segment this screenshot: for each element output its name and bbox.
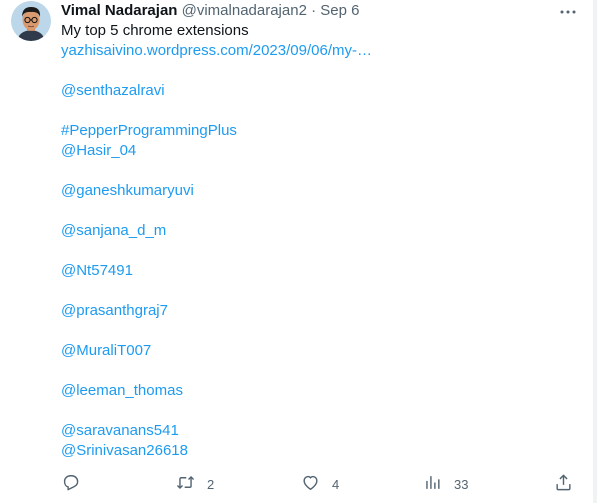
- retweet-count: 2: [207, 476, 215, 492]
- mention-link[interactable]: @Srinivasan26618: [61, 441, 567, 461]
- mention-link[interactable]: @prasanthgraj7: [61, 301, 567, 321]
- retweet-button[interactable]: 2: [176, 474, 214, 494]
- mention-link[interactable]: @senthazalravi: [61, 81, 567, 101]
- view-count: 33: [454, 476, 469, 492]
- mention-link[interactable]: @Hasir_04: [61, 141, 567, 161]
- tweet-link[interactable]: yazhisaivino.wordpress.com/2023/09/06/my…: [61, 41, 567, 61]
- like-count: 4: [332, 476, 340, 492]
- tweet-header: Vimal Nadarajan @vimalnadarajan2 · Sep 6: [61, 1, 557, 21]
- views-icon: [423, 473, 442, 495]
- mention-link[interactable]: @ganeshkumaryuvi: [61, 181, 567, 201]
- avatar-image: [11, 1, 51, 41]
- reply-icon: [61, 473, 80, 495]
- mention-link[interactable]: @saravanans541: [61, 421, 567, 441]
- tweet-actions: 2 4 33: [61, 474, 577, 494]
- mention-link[interactable]: @leeman_thomas: [61, 381, 567, 401]
- hashtag-link[interactable]: #PepperProgrammingPlus: [61, 121, 567, 141]
- retweet-icon: [176, 473, 195, 495]
- share-icon: [554, 473, 573, 495]
- share-button[interactable]: [554, 474, 573, 494]
- tweet-text: My top 5 chrome extensions: [61, 22, 249, 39]
- column-border: [593, 0, 597, 503]
- meta-separator: ·: [311, 2, 317, 19]
- author-handle[interactable]: @vimalnadarajan2: [182, 2, 307, 19]
- more-icon[interactable]: [559, 3, 577, 21]
- mention-link[interactable]: @MuraliT007: [61, 341, 567, 361]
- like-button[interactable]: 4: [301, 474, 339, 494]
- tweet-date[interactable]: Sep 6: [320, 2, 359, 19]
- heart-icon: [301, 473, 320, 495]
- avatar[interactable]: [11, 1, 51, 41]
- reply-button[interactable]: [61, 474, 92, 494]
- tweet-body: My top 5 chrome extensions yazhisaivino.…: [61, 21, 567, 461]
- mention-link[interactable]: @Nt57491: [61, 261, 567, 281]
- author-name[interactable]: Vimal Nadarajan: [61, 2, 177, 19]
- mention-link[interactable]: @sanjana_d_m: [61, 221, 567, 241]
- views-button[interactable]: 33: [423, 474, 468, 494]
